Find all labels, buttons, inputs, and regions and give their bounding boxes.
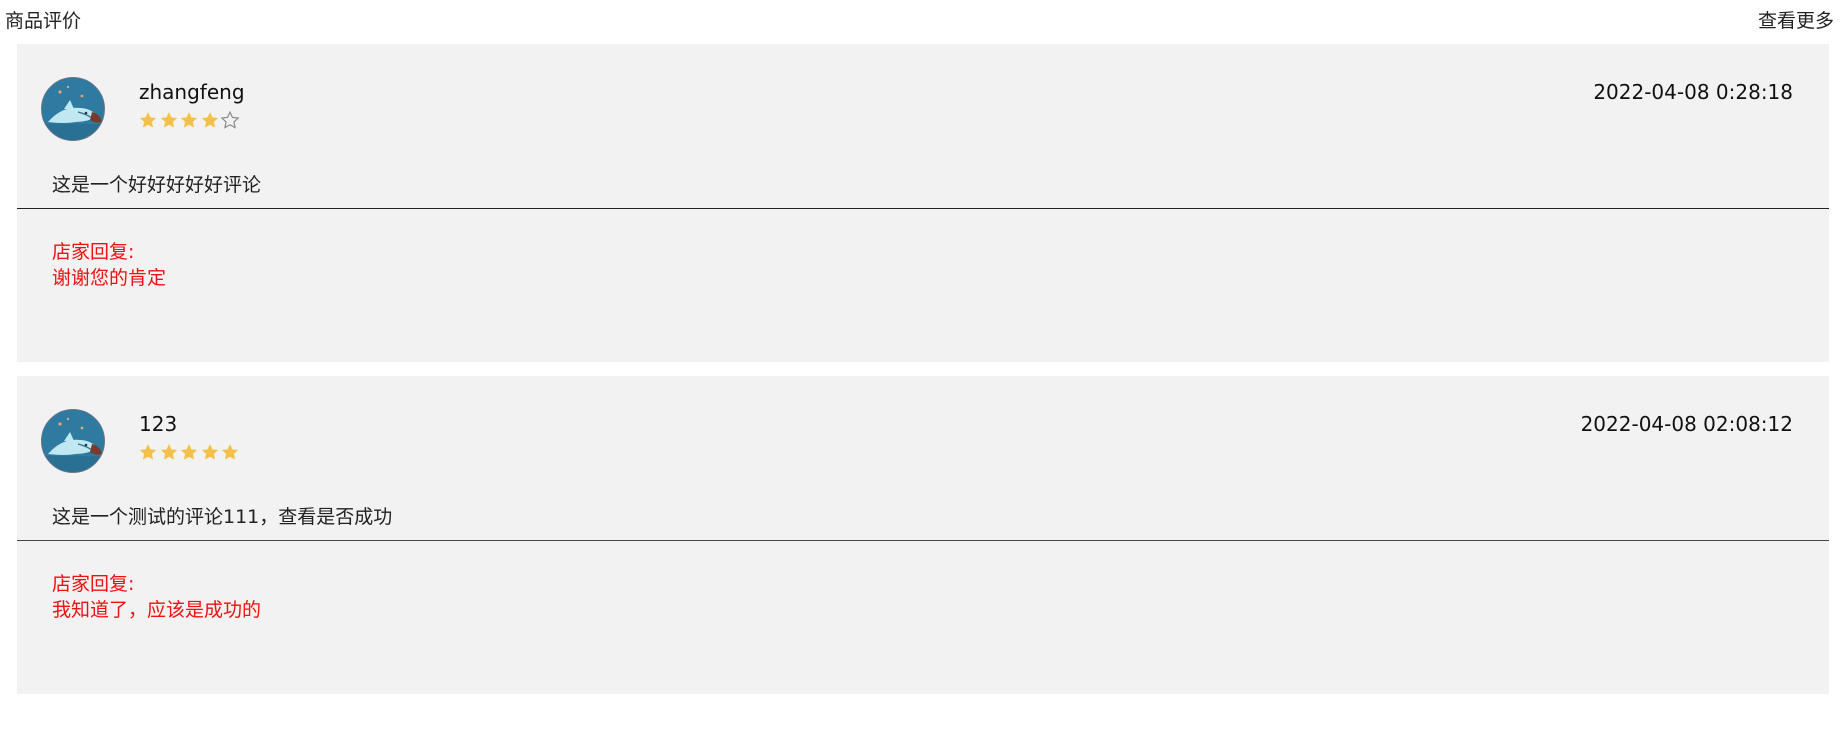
review-content: 这是一个好好好好好评论 [52,174,262,196]
review-card: zhangfeng 2022-04-08 0:28:18 这是一个好好好好好评论… [17,44,1829,362]
section-title: 商品评价 [5,10,82,32]
star-filled-icon [139,444,157,460]
review-card: 123 2022-04-08 02:08:12 这是一个测试的评论111，查看是… [17,376,1829,694]
review-content: 这是一个测试的评论111，查看是否成功 [52,506,393,528]
shop-reply-label: 店家回复: [52,241,135,263]
shop-reply-label: 店家回复: [52,573,135,595]
star-empty-icon [220,110,240,129]
shark-avatar-icon [42,410,104,472]
star-filled-icon [201,112,218,128]
avatar [41,77,105,141]
divider [17,208,1829,209]
shop-reply-text: 谢谢您的肯定 [52,267,167,289]
shark-avatar-icon [42,78,104,140]
star-filled-icon [180,444,198,460]
view-more-link[interactable]: 查看更多 [1758,6,1834,33]
star-filled-icon [221,444,239,460]
reviews-header: 商品评价 查看更多 [0,0,1846,34]
review-date: 2022-04-08 0:28:18 [1593,80,1793,104]
divider [17,540,1829,541]
star-filled-icon [139,112,157,128]
review-username: 123 [139,412,178,436]
star-filled-icon [160,444,177,460]
star-filled-icon [160,112,177,128]
star-filled-icon [201,444,218,460]
review-date: 2022-04-08 02:08:12 [1580,412,1793,436]
star-filled-icon [180,112,198,128]
review-username: zhangfeng [139,80,245,104]
star-rating [138,110,241,130]
shop-reply-text: 我知道了，应该是成功的 [52,599,262,621]
avatar [41,409,105,473]
star-rating [138,442,241,462]
